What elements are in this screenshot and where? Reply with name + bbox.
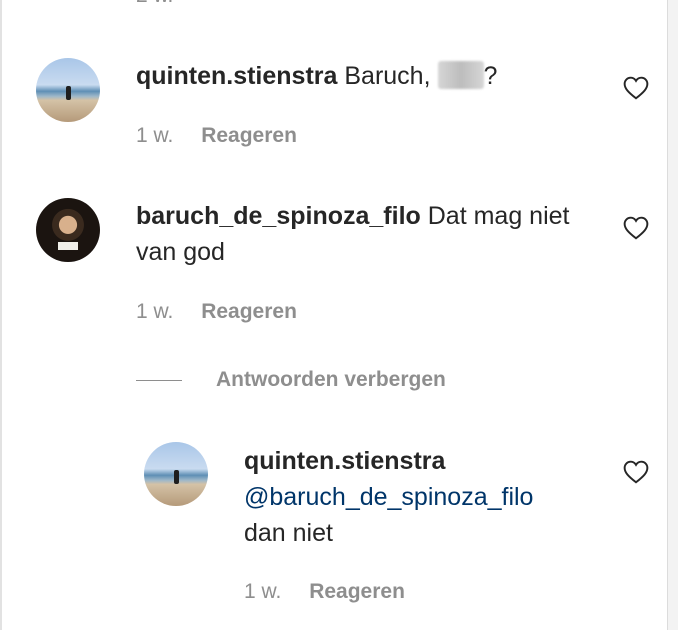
reply-text: quinten.stienstra @baruch_de_spinoza_fil… bbox=[244, 443, 604, 551]
reply-username[interactable]: quinten.stienstra bbox=[244, 443, 604, 479]
heart-outline-icon[interactable] bbox=[623, 460, 649, 484]
left-border bbox=[0, 0, 2, 630]
avatar-collar bbox=[58, 242, 78, 250]
comment-meta: 1 w. Reageren bbox=[136, 300, 297, 324]
scrollbar-track[interactable] bbox=[667, 0, 678, 630]
avatar[interactable] bbox=[36, 198, 100, 262]
avatar[interactable] bbox=[36, 58, 100, 122]
reply-button[interactable]: Reageren bbox=[201, 300, 297, 323]
reply-button[interactable]: Reageren bbox=[309, 580, 405, 603]
comment-text: quinten.stienstra Baruch, ? bbox=[136, 58, 596, 94]
comment-body-start: Baruch, bbox=[344, 62, 431, 90]
reply-meta: 1 w. Reageren bbox=[244, 580, 405, 604]
comment-time[interactable]: 1 w. bbox=[136, 124, 173, 147]
reply-time[interactable]: 1 w. bbox=[244, 580, 281, 603]
comment-body-end: ? bbox=[483, 62, 498, 90]
comment-text: baruch_de_spinoza_filo Dat mag niet van … bbox=[136, 198, 586, 270]
redacted-text bbox=[437, 61, 484, 89]
reply-button[interactable]: Reageren bbox=[201, 124, 297, 147]
reply-body: dan niet bbox=[244, 519, 333, 547]
hide-replies-label: Antwoorden verbergen bbox=[216, 368, 446, 391]
reply-mention[interactable]: @baruch_de_spinoza_filo bbox=[244, 479, 604, 515]
divider-line bbox=[136, 379, 182, 381]
comment-meta: 1 w. Reageren bbox=[136, 124, 297, 148]
hide-replies-button[interactable]: Antwoorden verbergen bbox=[136, 366, 446, 394]
heart-outline-icon[interactable] bbox=[623, 216, 649, 240]
heart-outline-icon[interactable] bbox=[623, 76, 649, 100]
previous-comment-time: 2 w. bbox=[136, 0, 173, 8]
avatar-figure bbox=[66, 86, 71, 100]
avatar[interactable] bbox=[144, 442, 208, 506]
comment-username[interactable]: baruch_de_spinoza_filo bbox=[136, 202, 421, 230]
comment-username[interactable]: quinten.stienstra bbox=[136, 62, 337, 90]
comment-time[interactable]: 1 w. bbox=[136, 300, 173, 323]
avatar-figure bbox=[174, 470, 179, 484]
